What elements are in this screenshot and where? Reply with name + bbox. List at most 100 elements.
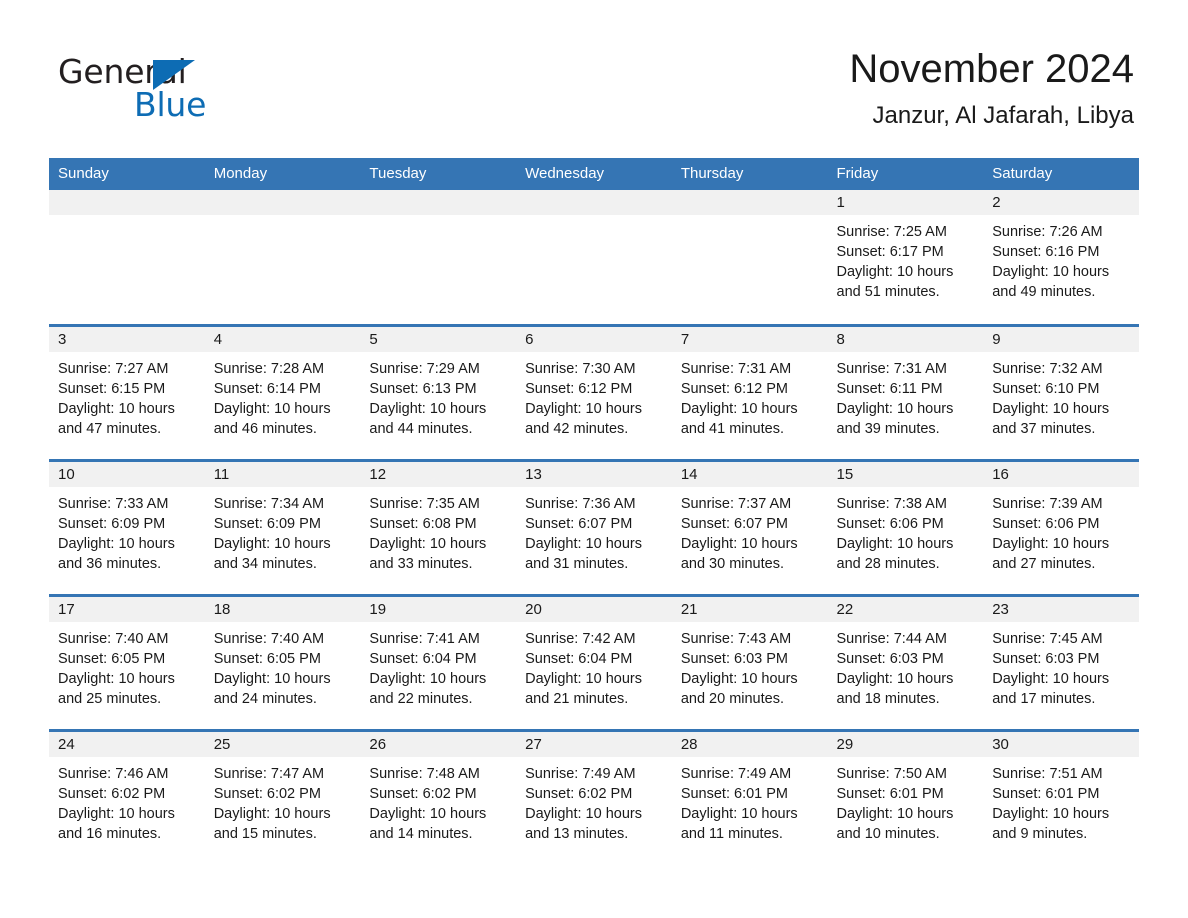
daylight-text-line2: and 15 minutes. <box>213 825 317 842</box>
daylight-text-line1: Daylight: 10 hours <box>836 400 954 417</box>
calendar-week-row: 1 Sunrise: 7:25 AM Sunset: 6:17 PM Daylight… <box>49 190 1139 325</box>
day-details: Sunrise: 7:51 AM Sunset: 6:01 PM Daylight:… <box>983 757 1139 844</box>
daylight-text-line1: Daylight: 10 hours <box>525 535 642 552</box>
daylight-text-line1: Daylight: 10 hours <box>836 805 954 822</box>
day-details: Sunrise: 7:25 AM Sunset: 6:17 PM Daylight:… <box>828 215 984 302</box>
day-number: 17 <box>49 596 205 622</box>
day-details: Sunrise: 7:42 AM Sunset: 6:04 PM Daylight:… <box>516 622 672 709</box>
calendar-day-cell[interactable]: 23 Sunrise: 7:45 AM Sunset: 6:03 PM Dayligh… <box>983 593 1139 730</box>
daylight-text-line1: Daylight: 10 hours <box>369 400 487 417</box>
calendar-day-cell[interactable]: 22 Sunrise: 7:44 AM Sunset: 6:03 PM Dayligh… <box>827 593 984 730</box>
daylight-text-line2: and 22 minutes. <box>369 690 473 707</box>
sunrise-text: Sunrise: 7:48 AM <box>369 765 480 782</box>
day-number: 2 <box>983 190 1139 215</box>
calendar-day-cell[interactable]: 30 Sunrise: 7:51 AM Sunset: 6:01 PM Dayligh… <box>983 728 1139 865</box>
day-details: Sunrise: 7:31 AM Sunset: 6:12 PM Daylight:… <box>672 352 828 439</box>
page-title: November 2024 <box>849 47 1134 91</box>
calendar-day-cell[interactable]: 27 Sunrise: 7:49 AM Sunset: 6:02 PM Dayligh… <box>516 728 672 865</box>
day-number: 8 <box>827 326 984 352</box>
calendar-day-cell[interactable]: 17 Sunrise: 7:40 AM Sunset: 6:05 PM Dayligh… <box>49 593 205 730</box>
sunrise-text: Sunrise: 7:50 AM <box>836 765 947 782</box>
calendar-day-cell[interactable]: 12 Sunrise: 7:35 AM Sunset: 6:08 PM Dayligh… <box>360 458 517 595</box>
weekday-header-monday: Monday <box>204 158 361 190</box>
day-details: Sunrise: 7:47 AM Sunset: 6:02 PM Daylight:… <box>205 757 361 844</box>
calendar-day-cell[interactable]: 8 Sunrise: 7:31 AM Sunset: 6:11 PM Daylight… <box>827 323 984 460</box>
calendar-day-cell[interactable]: 15 Sunrise: 7:38 AM Sunset: 6:06 PM Dayligh… <box>827 458 984 595</box>
day-details: Sunrise: 7:44 AM Sunset: 6:03 PM Daylight:… <box>828 622 984 709</box>
day-number <box>671 190 828 215</box>
day-number: 25 <box>204 731 361 757</box>
calendar-day-cell[interactable]: 6 Sunrise: 7:30 AM Sunset: 6:12 PM Daylight… <box>516 323 672 460</box>
daylight-text-line1: Daylight: 10 hours <box>369 535 487 552</box>
day-details: Sunrise: 7:49 AM Sunset: 6:02 PM Daylight:… <box>516 757 672 844</box>
calendar-day-cell[interactable]: 5 Sunrise: 7:29 AM Sunset: 6:13 PM Daylight… <box>360 323 517 460</box>
calendar-day-cell[interactable]: 13 Sunrise: 7:36 AM Sunset: 6:07 PM Dayligh… <box>516 458 672 595</box>
day-details: Sunrise: 7:38 AM Sunset: 6:06 PM Daylight:… <box>828 487 984 574</box>
daylight-text-line2: and 47 minutes. <box>58 420 162 437</box>
calendar-day-cell[interactable]: 11 Sunrise: 7:34 AM Sunset: 6:09 PM Dayligh… <box>204 458 361 595</box>
page-subtitle: Janzur, Al Jafarah, Libya <box>872 102 1135 129</box>
calendar-day-cell[interactable]: 14 Sunrise: 7:37 AM Sunset: 6:07 PM Dayligh… <box>671 458 828 595</box>
calendar-table: Sunday Monday Tuesday Wednesday Thursday… <box>49 158 1139 865</box>
weekday-header-friday: Friday <box>827 158 984 190</box>
calendar-day-cell[interactable]: 2 Sunrise: 7:26 AM Sunset: 6:16 PM Daylight… <box>983 190 1139 325</box>
daylight-text-line1: Daylight: 10 hours <box>369 805 487 822</box>
day-number: 26 <box>360 731 517 757</box>
title-block: November 2024 Janzur, Al Jafarah, Libya <box>849 44 1134 132</box>
daylight-text-line1: Daylight: 10 hours <box>369 670 487 687</box>
sunrise-text: Sunrise: 7:42 AM <box>525 630 636 647</box>
sunrise-text: Sunrise: 7:46 AM <box>58 765 169 782</box>
calendar-day-cell[interactable]: 19 Sunrise: 7:41 AM Sunset: 6:04 PM Dayligh… <box>360 593 517 730</box>
calendar-day-cell[interactable]: 3 Sunrise: 7:27 AM Sunset: 6:15 PM Daylight… <box>49 323 205 460</box>
day-details: Sunrise: 7:37 AM Sunset: 6:07 PM Daylight:… <box>672 487 828 574</box>
daylight-text-line1: Daylight: 10 hours <box>58 805 175 822</box>
calendar-header-row: Sunday Monday Tuesday Wednesday Thursday… <box>49 158 1139 190</box>
calendar-day-cell[interactable]: 10 Sunrise: 7:33 AM Sunset: 6:09 PM Dayligh… <box>49 458 205 595</box>
sunrise-text: Sunrise: 7:31 AM <box>836 360 947 377</box>
calendar-day-cell[interactable]: 4 Sunrise: 7:28 AM Sunset: 6:14 PM Daylight… <box>204 323 361 460</box>
calendar-day-cell-empty <box>360 190 517 325</box>
sunset-text: Sunset: 6:05 PM <box>58 650 166 667</box>
calendar-day-cell[interactable]: 20 Sunrise: 7:42 AM Sunset: 6:04 PM Dayligh… <box>516 593 672 730</box>
calendar-day-cell[interactable]: 21 Sunrise: 7:43 AM Sunset: 6:03 PM Dayligh… <box>671 593 828 730</box>
daylight-text-line2: and 25 minutes. <box>58 690 162 707</box>
calendar-day-cell[interactable]: 7 Sunrise: 7:31 AM Sunset: 6:12 PM Daylight… <box>671 323 828 460</box>
day-number: 11 <box>204 461 361 487</box>
sunset-text: Sunset: 6:03 PM <box>680 650 789 667</box>
calendar-day-cell[interactable]: 28 Sunrise: 7:49 AM Sunset: 6:01 PM Dayligh… <box>671 728 828 865</box>
calendar-day-cell[interactable]: 26 Sunrise: 7:48 AM Sunset: 6:02 PM Dayligh… <box>360 728 517 865</box>
day-details: Sunrise: 7:48 AM Sunset: 6:02 PM Daylight:… <box>360 757 516 844</box>
generalblue-logo[interactable]: General Blue <box>58 52 358 124</box>
day-number: 27 <box>516 731 672 757</box>
sunset-text: Sunset: 6:01 PM <box>836 785 944 802</box>
daylight-text-line2: and 33 minutes. <box>369 555 473 572</box>
daylight-text-line2: and 36 minutes. <box>58 555 162 572</box>
calendar-day-cell[interactable]: 24 Sunrise: 7:46 AM Sunset: 6:02 PM Dayligh… <box>49 728 205 865</box>
daylight-text-line2: and 49 minutes. <box>992 284 1096 300</box>
day-details: Sunrise: 7:39 AM Sunset: 6:06 PM Daylight:… <box>983 487 1139 574</box>
daylight-text-line1: Daylight: 10 hours <box>58 670 175 687</box>
sunset-text: Sunset: 6:10 PM <box>992 380 1100 397</box>
sunset-text: Sunset: 6:05 PM <box>213 650 321 667</box>
calendar-day-cell[interactable]: 18 Sunrise: 7:40 AM Sunset: 6:05 PM Dayligh… <box>204 593 361 730</box>
day-details: Sunrise: 7:34 AM Sunset: 6:09 PM Daylight:… <box>205 487 361 574</box>
daylight-text-line2: and 14 minutes. <box>369 825 473 842</box>
sunset-text: Sunset: 6:03 PM <box>836 650 944 667</box>
daylight-text-line2: and 41 minutes. <box>680 420 784 437</box>
day-number <box>360 190 517 215</box>
daylight-text-line1: Daylight: 10 hours <box>213 400 331 417</box>
calendar-day-cell[interactable]: 1 Sunrise: 7:25 AM Sunset: 6:17 PM Daylight… <box>827 190 984 325</box>
daylight-text-line1: Daylight: 10 hours <box>992 264 1110 280</box>
day-details: Sunrise: 7:33 AM Sunset: 6:09 PM Daylight:… <box>49 487 205 574</box>
calendar-day-cell[interactable]: 9 Sunrise: 7:32 AM Sunset: 6:10 PM Daylight… <box>983 323 1139 460</box>
sunrise-text: Sunrise: 7:27 AM <box>58 360 169 377</box>
calendar-day-cell[interactable]: 16 Sunrise: 7:39 AM Sunset: 6:06 PM Dayligh… <box>983 458 1139 595</box>
day-number: 30 <box>983 731 1139 757</box>
sunrise-text: Sunrise: 7:31 AM <box>680 360 792 377</box>
calendar-day-cell[interactable]: 29 Sunrise: 7:50 AM Sunset: 6:01 PM Dayligh… <box>827 728 984 865</box>
weekday-header-saturday: Saturday <box>983 158 1139 190</box>
day-number: 19 <box>360 596 517 622</box>
day-number: 14 <box>671 461 828 487</box>
calendar-week-row: 17 Sunrise: 7:40 AM Sunset: 6:05 PM Dayligh… <box>49 593 1139 730</box>
calendar-day-cell[interactable]: 25 Sunrise: 7:47 AM Sunset: 6:02 PM Dayligh… <box>204 728 361 865</box>
